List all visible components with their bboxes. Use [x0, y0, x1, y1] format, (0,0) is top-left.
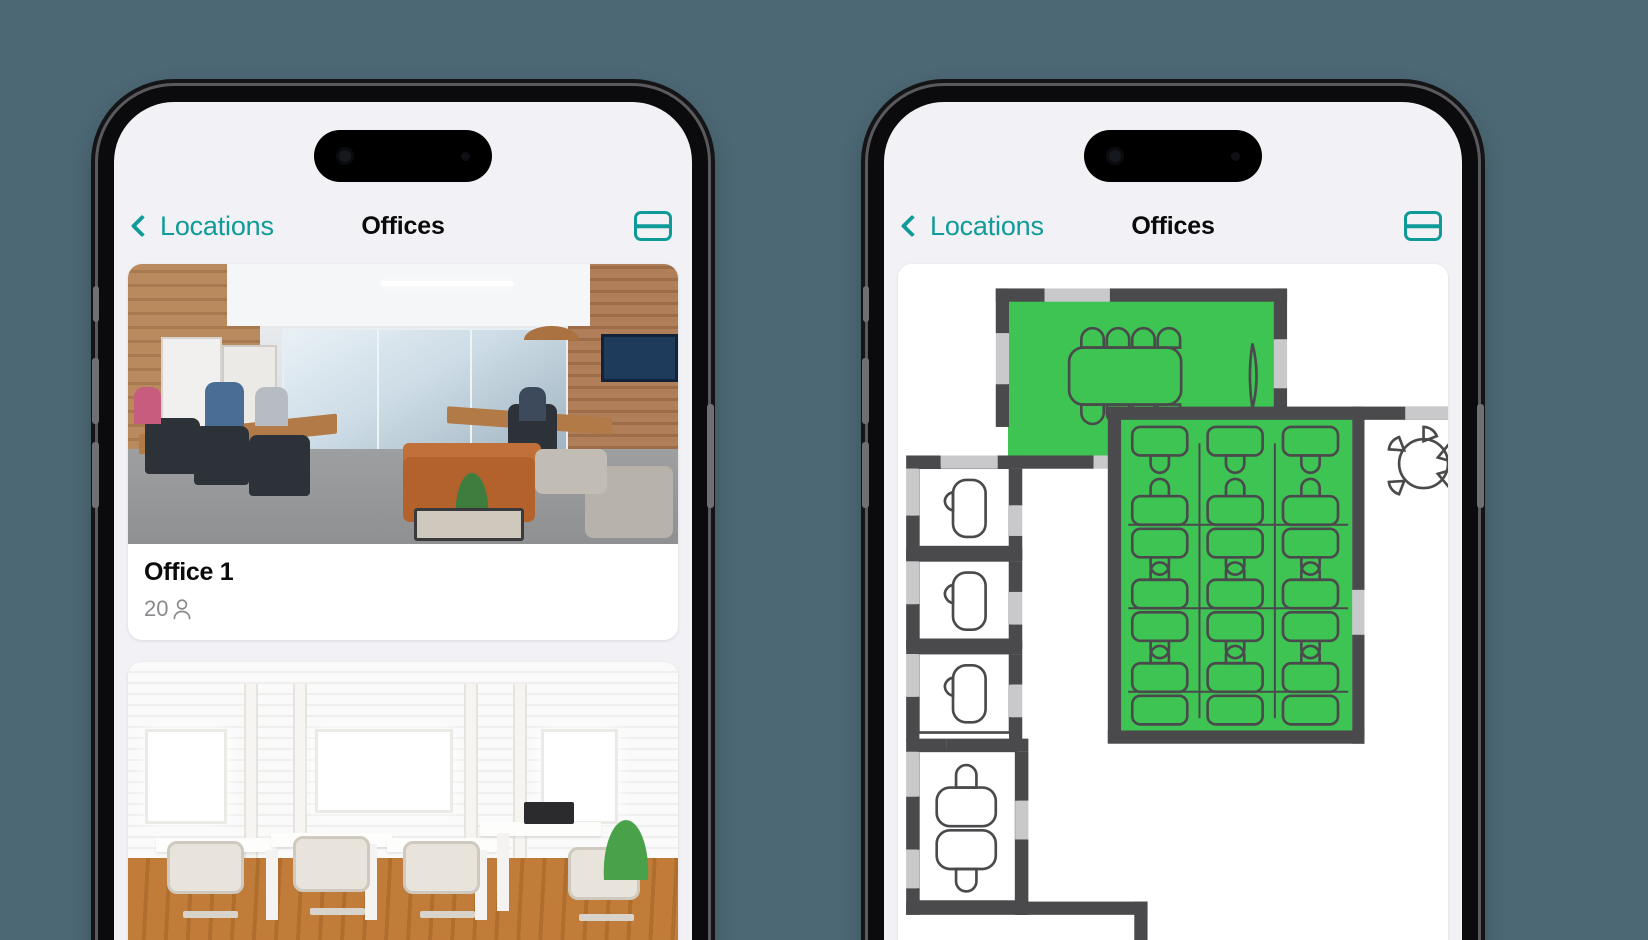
- offices-list[interactable]: Office 1 20: [114, 254, 692, 940]
- chevron-left-icon: [130, 214, 154, 238]
- chevron-left-icon: [900, 214, 924, 238]
- front-camera-icon: [1106, 147, 1124, 165]
- wall-segment: [1352, 406, 1365, 590]
- screen-offices-list: Locations Offices Office 1 20: [114, 102, 692, 940]
- dynamic-island: [1084, 130, 1262, 182]
- front-camera-icon: [336, 147, 354, 165]
- room-private-office-1[interactable]: [906, 455, 1023, 561]
- list-item[interactable]: Office 1 20: [128, 264, 678, 640]
- wall-segment: [1015, 901, 1148, 915]
- rows-layout-icon: [1404, 211, 1442, 241]
- office-name: Office 1: [144, 558, 234, 586]
- face-id-sensor-icon: [1231, 151, 1240, 161]
- back-to-locations-button[interactable]: Locations: [130, 210, 274, 242]
- volume-down-button[interactable]: [862, 442, 869, 508]
- floorplan-container[interactable]: .w { fill:#4a4a4c; } .wn { fill:#c9c9cb;…: [884, 254, 1462, 940]
- back-button-label: Locations: [160, 210, 274, 241]
- capacity-value: 20: [144, 596, 169, 621]
- rows-layout-icon: [634, 211, 672, 241]
- room-private-office-3[interactable]: [906, 640, 1023, 742]
- office-photo-white-room: [128, 662, 678, 940]
- back-button-label: Locations: [930, 210, 1044, 241]
- volume-up-button[interactable]: [92, 358, 99, 424]
- silent-switch[interactable]: [863, 286, 869, 322]
- power-button[interactable]: [707, 404, 714, 508]
- screen-offices-floorplan: Locations Offices .w { fill:#4a4a4c; } .…: [884, 102, 1462, 940]
- open-desk-grid[interactable]: [1107, 406, 1365, 744]
- silent-switch[interactable]: [93, 286, 99, 322]
- face-id-sensor-icon: [461, 151, 470, 161]
- office-capacity: 20: [144, 596, 662, 622]
- volume-up-button[interactable]: [862, 358, 869, 424]
- phone-device-left: Locations Offices Office 1 20: [92, 86, 714, 940]
- card-body: Office 1 20: [128, 544, 678, 640]
- back-to-locations-button[interactable]: Locations: [900, 210, 1044, 242]
- room-private-office-2[interactable]: [906, 548, 1023, 649]
- layout-toggle-button[interactable]: [634, 211, 672, 241]
- list-item[interactable]: [128, 662, 678, 940]
- navigation-bar-right: Locations Offices: [884, 198, 1462, 254]
- floorplan-card[interactable]: .w { fill:#4a4a4c; } .wn { fill:#c9c9cb;…: [898, 264, 1448, 940]
- dynamic-island: [314, 130, 492, 182]
- person-icon: [174, 599, 191, 620]
- phone-device-right: Locations Offices .w { fill:#4a4a4c; } .…: [862, 86, 1484, 940]
- power-button[interactable]: [1477, 404, 1484, 508]
- room-meeting-small[interactable]: [906, 738, 1029, 915]
- floorplan-svg[interactable]: .w { fill:#4a4a4c; } .wn { fill:#c9c9cb;…: [898, 264, 1448, 940]
- office-photo-open-plan: [128, 264, 678, 544]
- navigation-bar-left: Locations Offices: [114, 198, 692, 254]
- layout-toggle-button[interactable]: [1404, 211, 1442, 241]
- volume-down-button[interactable]: [92, 442, 99, 508]
